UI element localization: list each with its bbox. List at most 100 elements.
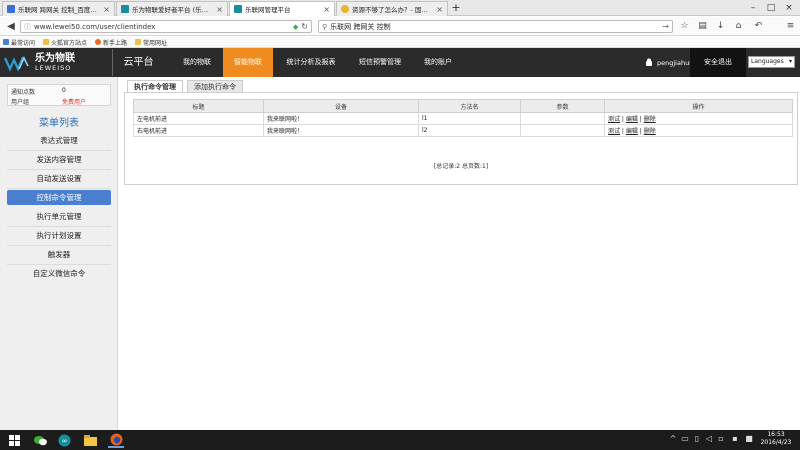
download-icon[interactable]: ↓ [714,20,727,33]
sidebar-item-exec-unit[interactable]: 执行单元管理 [7,209,111,224]
browser-tab[interactable]: 乐联网 跨网关 控制_百度… × [2,1,115,16]
column-header: 参数 [520,99,605,113]
firefox-icon [95,39,102,45]
tray-app-icon[interactable]: ■ [744,434,754,443]
sidebar-item-control-command[interactable]: 控制命令管理 [7,190,111,205]
tray-message-icon[interactable]: ▪ [730,434,740,443]
wechat-icon[interactable] [32,432,48,448]
bookmark-item[interactable]: 最常访问 [3,38,35,47]
logout-button[interactable]: 安全退出 [690,48,746,77]
site-logo[interactable]: 乐为物联 LEWEISO [4,49,110,76]
divider [7,226,111,227]
close-tab-icon[interactable]: × [436,5,443,14]
cell-method: l1 [418,112,521,125]
tray-network-icon[interactable]: ▭ [680,434,690,443]
url-text: www.lewei50.com/user/clientindex [34,22,156,31]
lewei-logo-icon [4,55,29,72]
minimize-icon[interactable]: – [746,0,760,16]
back-icon[interactable]: ◀ [4,20,18,33]
windows-start-icon[interactable] [6,432,22,448]
divider [7,150,111,151]
cell-param [520,112,605,125]
table-row: 左电机前进 我来联网啦！ l1 测试 | 编辑 | 删除 [133,112,793,125]
go-arrow-icon[interactable]: → [662,22,669,31]
file-explorer-icon[interactable] [82,432,98,448]
delete-link[interactable]: 删除 [644,128,656,135]
delete-link[interactable]: 删除 [644,116,656,123]
bookmarks-bar: 最常访问 火狐官方站点 新手上路 常用网址 [0,37,800,48]
sidebar-item-trigger[interactable]: 触发器 [7,247,111,262]
nav-sms-alert[interactable]: 短信预警管理 [349,48,411,77]
sidebar-item-auto-send[interactable]: 自动发送设置 [7,171,111,186]
firefox-taskbar-icon[interactable] [108,432,124,448]
column-header: 方法名 [418,99,521,113]
logo-text-cn: 乐为物联 [35,53,75,64]
nav-my-iot[interactable]: 我的物联 [172,48,222,77]
home-icon[interactable]: ⌂ [732,20,745,33]
cell-actions: 测试 | 编辑 | 删除 [604,124,793,137]
column-header: 设备 [263,99,419,113]
maximize-icon[interactable]: □ [764,0,778,16]
sidebar-item-wechat-command[interactable]: 自定义微信命令 [7,266,111,281]
bookmark-item[interactable]: 常用网址 [135,38,167,47]
nav-statistics[interactable]: 统计分析及报表 [275,48,347,77]
close-tab-icon[interactable]: × [216,5,223,14]
browser-tab-active[interactable]: 乐联网管理平台 × [229,1,335,16]
reading-list-icon[interactable]: ▤ [696,20,709,33]
undo-icon[interactable]: ↶ [752,20,765,33]
star-bookmark-icon[interactable]: ☆ [678,20,691,33]
sidebar-item-exec-plan[interactable]: 执行计划设置 [7,228,111,243]
close-tab-icon[interactable]: × [323,5,330,14]
tab-command-management[interactable]: 执行命令管理 [127,80,183,92]
bookmark-item[interactable]: 新手上路 [95,38,127,47]
test-link[interactable]: 测试 [608,116,620,123]
cell-param [520,124,605,137]
tab-favicon-icon [341,5,349,13]
user-info: pengjiahui [645,48,691,77]
nav-my-account[interactable]: 我的账户 [413,48,463,77]
edit-link[interactable]: 编辑 [626,128,638,135]
cell-title: 左电机前进 [133,112,264,125]
browser-tab[interactable]: 资源不够了怎么办？- 国… × [336,1,448,16]
android-icon [646,58,652,66]
tray-chevron-up-icon[interactable]: ^ [668,434,678,443]
reload-icon[interactable]: ↻ [301,22,308,31]
browser-tab[interactable]: 乐为物联爱好者平台 (乐… × [116,1,228,16]
shield-icon[interactable]: ◆ [293,23,298,31]
sidebar-item-send-content[interactable]: 发送内容管理 [7,152,111,167]
tab-title: 乐联网 跨网关 控制_百度… [18,6,97,14]
arduino-icon[interactable]: ∞ [56,432,72,448]
pagination-info: [总记录:2 总页数:1] [433,163,489,170]
column-header: 标题 [133,99,264,113]
test-link[interactable]: 测试 [608,128,620,135]
bookmark-item[interactable]: 火狐官方站点 [43,38,87,47]
taskbar-clock[interactable]: 16:53 2016/4/23 [758,431,794,447]
search-icon: ⚲ [322,22,328,31]
search-bar[interactable]: ⚲ 乐联网 跨网关 控制 → [318,20,673,33]
content-tabs: 执行命令管理 添加执行命令 [127,80,243,92]
clock-time: 16:53 [767,431,785,438]
address-bar[interactable]: ⓘ www.lewei50.com/user/clientindex ◆ ↻ [20,20,312,33]
sidebar-item-expression[interactable]: 表达式管理 [7,133,111,148]
tray-input-icon[interactable]: ▫ [716,434,726,443]
menu-icon[interactable]: ≡ [784,20,797,33]
username: pengjiahui [657,58,692,67]
column-header: 操作 [604,99,793,113]
tray-volume-icon[interactable]: ◁ [704,434,714,443]
info-value: 0 [62,87,66,94]
cell-device: 我来联网啦！ [263,112,419,125]
edit-link[interactable]: 编辑 [626,116,638,123]
nav-smart-iot[interactable]: 智能物联 [223,48,273,77]
language-select[interactable]: Languages ▾ [748,56,795,68]
tab-add-command[interactable]: 添加执行命令 [187,80,243,92]
tray-battery-icon[interactable]: ▯ [692,434,702,443]
command-table: 标题 设备 方法名 参数 操作 左电机前进 我来联网啦！ l1 测试 | 编辑 … [133,99,793,137]
chevron-down-icon: ▾ [788,58,792,65]
browser-toolbar: ◀ ⓘ www.lewei50.com/user/clientindex ◆ ↻… [0,17,800,36]
cell-title: 右电机前进 [133,124,264,137]
info-icon: ⓘ [24,22,31,31]
new-tab-button[interactable]: + [450,1,462,15]
close-window-icon[interactable]: × [782,0,796,16]
close-tab-icon[interactable]: × [103,5,110,14]
folder-icon [43,39,50,45]
